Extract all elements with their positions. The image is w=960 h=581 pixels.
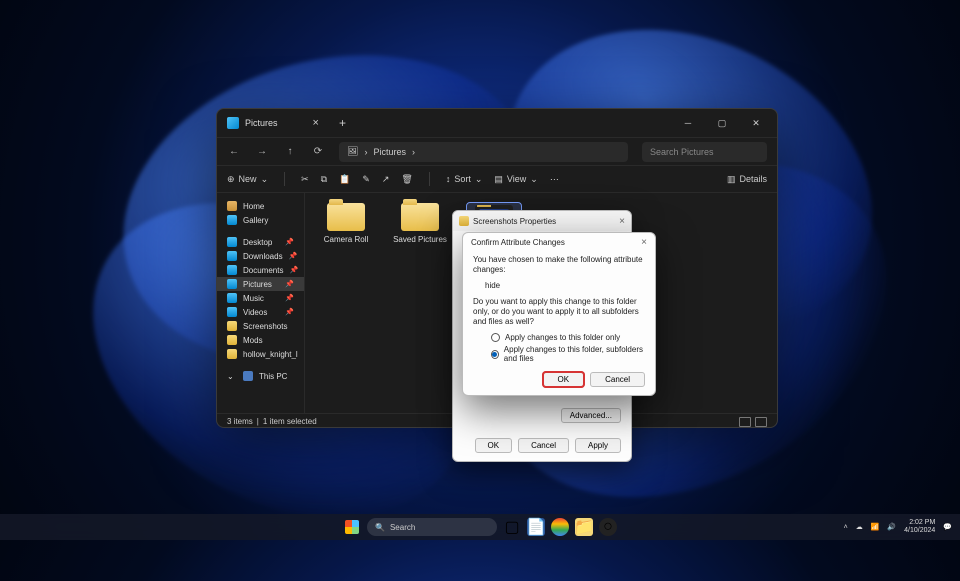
- sidebar-item-mods[interactable]: Mods: [217, 333, 304, 347]
- sidebar-item-this-pc[interactable]: ⌄This PC: [217, 369, 304, 383]
- sidebar-item-desktop[interactable]: Desktop📌: [217, 235, 304, 249]
- confirm-dialog: Confirm Attribute Changes × You have cho…: [462, 232, 656, 396]
- search-input[interactable]: Search Pictures: [642, 142, 767, 162]
- tray-onedrive-icon[interactable]: ☁: [856, 523, 863, 531]
- pinned-app[interactable]: [551, 518, 569, 536]
- sidebar-item-documents[interactable]: Documents📌: [217, 263, 304, 277]
- copy-button[interactable]: ⧉: [321, 174, 327, 185]
- sidebar-item-downloads[interactable]: Downloads📌: [217, 249, 304, 263]
- folder-icon: [327, 203, 365, 231]
- sidebar-item-gallery[interactable]: Gallery: [217, 213, 304, 227]
- view-list-button[interactable]: [739, 417, 751, 427]
- pictures-icon: [227, 117, 239, 129]
- sidebar: Home Gallery Desktop📌 Downloads📌 Documen…: [217, 193, 305, 413]
- address-bar-row: ← → ↑ ⟳ 🖼 › Pictures › Search Pictures: [217, 137, 777, 165]
- breadcrumb-icon: 🖼: [347, 146, 358, 157]
- cancel-button[interactable]: Cancel: [518, 438, 569, 453]
- forward-button[interactable]: →: [255, 146, 269, 157]
- radio-folder-only[interactable]: Apply changes to this folder only: [473, 333, 645, 342]
- sidebar-item-screenshots[interactable]: Screenshots: [217, 319, 304, 333]
- close-button[interactable]: ×: [619, 216, 625, 227]
- task-view-button[interactable]: ▢: [503, 518, 521, 536]
- close-button[interactable]: ✕: [739, 111, 773, 135]
- sidebar-item-pictures[interactable]: Pictures📌: [217, 277, 304, 291]
- view-button[interactable]: ▤View⌄: [494, 174, 537, 185]
- sort-button[interactable]: ↕Sort⌄: [446, 174, 483, 185]
- tray-wifi-icon[interactable]: 📶: [871, 523, 880, 531]
- more-button[interactable]: ⋯: [550, 174, 559, 185]
- folder-camera-roll[interactable]: Camera Roll: [319, 203, 373, 244]
- minimize-button[interactable]: ─: [671, 111, 705, 135]
- taskbar: 🔍Search ▢ 📄 📁 ○ ˄ ☁ 📶 🔊 2:02 PM4/10/2024…: [0, 514, 960, 540]
- up-button[interactable]: ↑: [283, 146, 297, 157]
- view-grid-button[interactable]: [755, 417, 767, 427]
- taskbar-clock[interactable]: 2:02 PM4/10/2024: [904, 519, 935, 534]
- folder-saved-pictures[interactable]: Saved Pictures: [393, 203, 447, 244]
- paste-button[interactable]: 📋: [339, 174, 350, 185]
- back-button[interactable]: ←: [227, 146, 241, 157]
- maximize-button[interactable]: ▢: [705, 111, 739, 135]
- confirm-title: Confirm Attribute Changes: [471, 238, 565, 247]
- breadcrumb-segment[interactable]: Pictures: [373, 147, 406, 157]
- pinned-app[interactable]: 📄: [527, 518, 545, 536]
- ok-button[interactable]: OK: [543, 372, 585, 387]
- new-tab-button[interactable]: +: [339, 116, 346, 130]
- start-button[interactable]: [343, 518, 361, 536]
- cut-button[interactable]: ✂: [301, 174, 309, 185]
- search-icon: 🔍: [375, 523, 385, 532]
- folder-icon: [459, 216, 469, 226]
- address-bar[interactable]: 🖼 › Pictures ›: [339, 142, 628, 162]
- close-button[interactable]: ×: [641, 237, 647, 248]
- rename-button[interactable]: ✎: [362, 174, 370, 185]
- status-item-count: 3 items: [227, 417, 253, 426]
- toolbar: ⊕New⌄ ✂ ⧉ 📋 ✎ ↗ 🗑 ↕Sort⌄ ▤View⌄ ⋯ ▥Detai…: [217, 165, 777, 193]
- confirm-change-list: hide: [473, 281, 645, 291]
- search-placeholder: Search Pictures: [650, 147, 714, 157]
- confirm-message-2: Do you want to apply this change to this…: [473, 297, 645, 327]
- cancel-button[interactable]: Cancel: [590, 372, 645, 387]
- confirm-titlebar: Confirm Attribute Changes ×: [463, 233, 655, 251]
- pinned-app[interactable]: ○: [599, 518, 617, 536]
- breadcrumb-sep: ›: [412, 147, 415, 157]
- notifications-button[interactable]: 💬: [943, 523, 952, 531]
- delete-button[interactable]: 🗑: [401, 174, 412, 185]
- status-selection: 1 item selected: [263, 417, 317, 426]
- sidebar-item-videos[interactable]: Videos📌: [217, 305, 304, 319]
- taskbar-search[interactable]: 🔍Search: [367, 518, 497, 536]
- properties-titlebar: Screenshots Properties ×: [453, 211, 631, 231]
- tray-volume-icon[interactable]: 🔊: [887, 523, 896, 531]
- confirm-message-1: You have chosen to make the following at…: [473, 255, 645, 275]
- folder-icon: [401, 203, 439, 231]
- advanced-button[interactable]: Advanced...: [561, 408, 621, 423]
- ok-button[interactable]: OK: [475, 438, 513, 453]
- apply-button[interactable]: Apply: [575, 438, 621, 453]
- sidebar-item-hollow-knight[interactable]: hollow_knight_l: [217, 347, 304, 361]
- details-pane-button[interactable]: ▥Details: [727, 174, 767, 185]
- breadcrumb-sep: ›: [364, 147, 367, 157]
- sidebar-item-home[interactable]: Home: [217, 199, 304, 213]
- close-tab-button[interactable]: ×: [313, 117, 319, 129]
- properties-title: Screenshots Properties: [473, 217, 556, 226]
- tray-chevron-icon[interactable]: ˄: [844, 524, 848, 531]
- share-button[interactable]: ↗: [382, 174, 390, 185]
- refresh-button[interactable]: ⟳: [311, 146, 325, 157]
- new-button[interactable]: ⊕New⌄: [227, 174, 268, 185]
- titlebar: Pictures × + ─ ▢ ✕: [217, 109, 777, 137]
- pinned-app[interactable]: 📁: [575, 518, 593, 536]
- radio-folder-and-subfolders[interactable]: Apply changes to this folder, subfolders…: [473, 345, 645, 363]
- sidebar-item-music[interactable]: Music📌: [217, 291, 304, 305]
- window-title: Pictures: [245, 118, 278, 128]
